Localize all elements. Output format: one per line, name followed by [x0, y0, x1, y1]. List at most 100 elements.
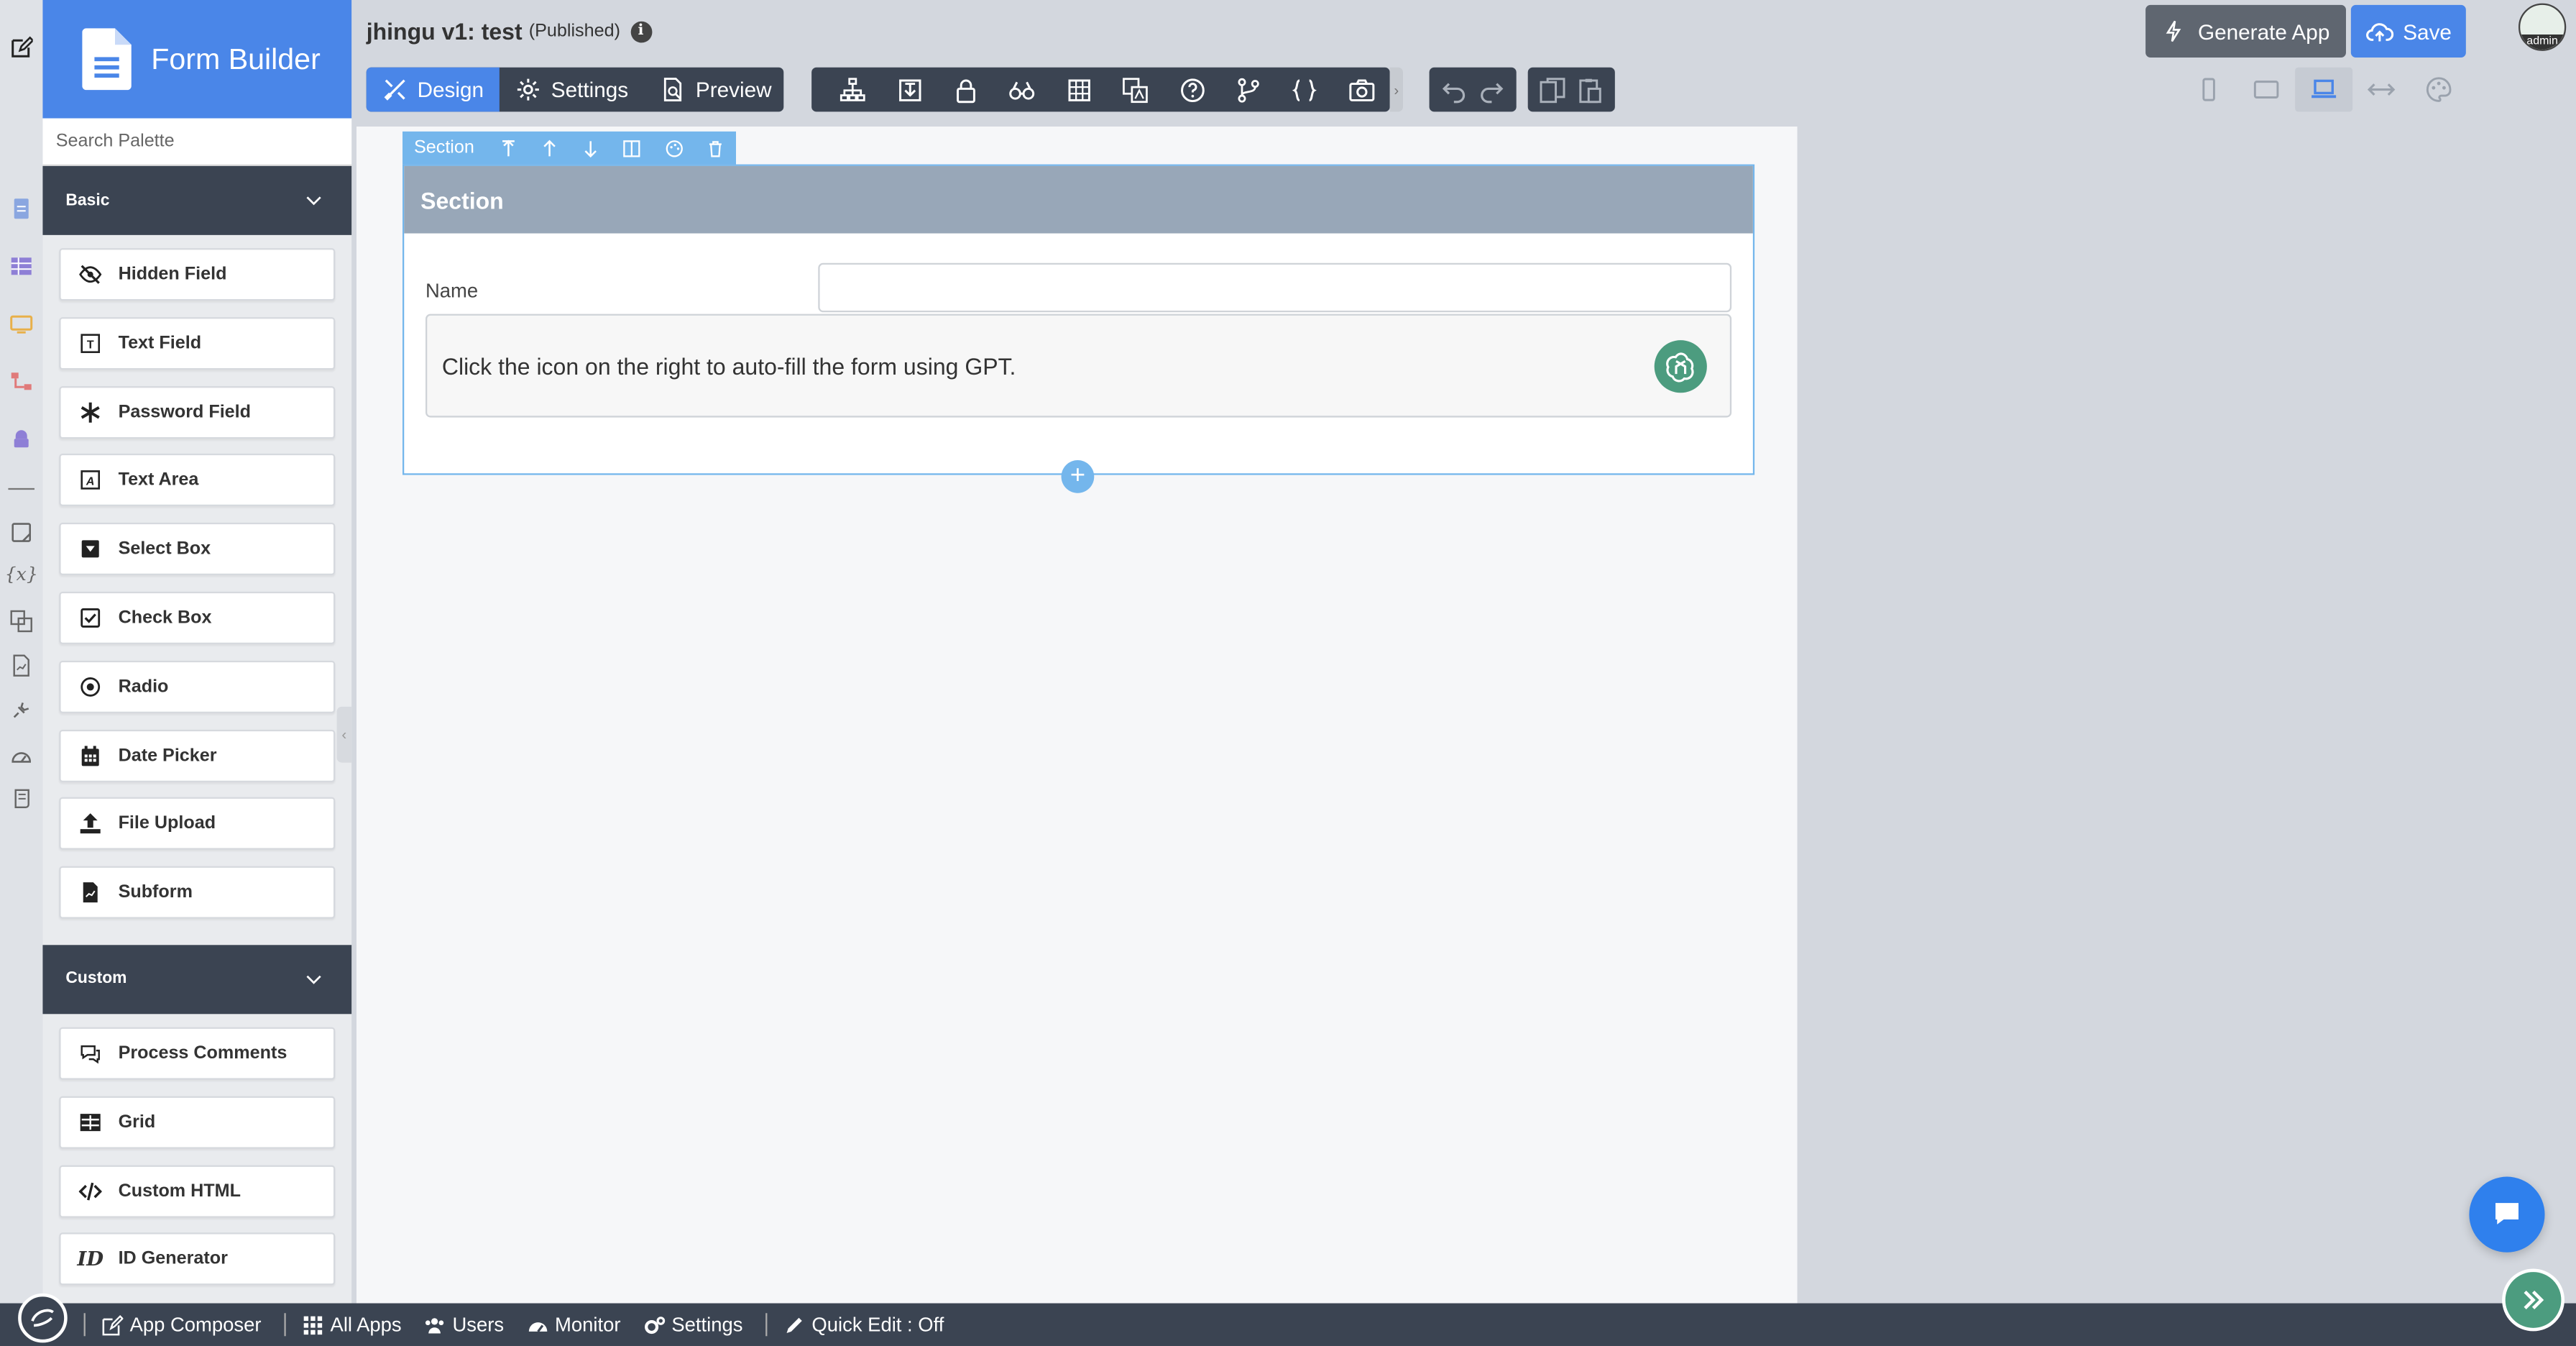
gpt-hint-text: Click the icon on the right to auto-fill… — [441, 352, 1016, 379]
footer-settings[interactable]: Settings — [643, 1313, 742, 1336]
binoculars-icon[interactable] — [994, 68, 1051, 112]
userview-icon[interactable] — [6, 309, 36, 339]
openai-icon[interactable] — [1654, 340, 1707, 393]
palette-item-label: Grid — [118, 1112, 156, 1132]
branch-icon[interactable] — [1220, 68, 1277, 112]
paste-icon[interactable] — [1577, 76, 1604, 103]
arrow-down-icon[interactable] — [570, 132, 612, 165]
joget-logo-icon[interactable] — [18, 1293, 68, 1343]
arrow-up-icon[interactable] — [529, 132, 571, 165]
category-basic[interactable]: Basic — [42, 165, 352, 235]
cloud-upload-icon — [2365, 22, 2393, 41]
page-title: jhingu v1: test (Published) i — [367, 18, 652, 45]
palette-item-text-area[interactable]: A Text Area — [59, 454, 336, 507]
chevron-down-icon — [306, 975, 321, 984]
tree-view-icon[interactable] — [824, 68, 881, 112]
process-icon[interactable] — [6, 367, 36, 396]
performance-icon[interactable] — [6, 741, 36, 771]
chat-icon — [2495, 1203, 2518, 1224]
category-custom[interactable]: Custom — [42, 945, 352, 1015]
sidebar-collapse-handle[interactable]: ‹ — [336, 706, 352, 763]
lock-icon[interactable] — [938, 68, 995, 112]
expand-panel-button[interactable] — [2502, 1268, 2564, 1332]
info-icon[interactable]: i — [630, 20, 652, 42]
style-palette-icon[interactable] — [653, 132, 695, 165]
palette-item-label: Check Box — [118, 608, 212, 628]
chat-button[interactable] — [2469, 1176, 2545, 1253]
palette-item-id-generator[interactable]: ID ID Generator — [59, 1233, 336, 1286]
eye-slash-icon — [77, 261, 104, 288]
palette-item-radio[interactable]: Radio — [59, 660, 336, 713]
form-section[interactable]: Section Name Click the icon on the right… — [402, 164, 1755, 475]
palette-item-hidden-field[interactable]: Hidden Field — [59, 248, 336, 301]
preview-icon — [664, 78, 683, 101]
translate-icon[interactable] — [6, 606, 36, 636]
trash-icon[interactable] — [694, 132, 736, 165]
generate-app-button[interactable]: Generate App — [2145, 4, 2346, 58]
palette-item-custom-html[interactable]: Custom HTML — [59, 1164, 336, 1217]
footer-monitor[interactable]: Monitor — [527, 1313, 620, 1336]
tab-preview[interactable]: Preview — [645, 68, 788, 112]
id-icon: ID — [77, 1247, 104, 1271]
redo-icon[interactable] — [1478, 76, 1505, 103]
add-section-button[interactable]: + — [1061, 459, 1095, 493]
double-chevron-right-icon — [2524, 1290, 2544, 1310]
asterisk-icon — [77, 398, 104, 425]
avatar[interactable]: admin — [2518, 3, 2567, 51]
logs-icon[interactable] — [6, 784, 36, 813]
footer-all-apps[interactable]: All Apps — [303, 1313, 402, 1336]
table-icon[interactable] — [1051, 68, 1108, 112]
columns-icon[interactable] — [612, 132, 653, 165]
palette-item-process-comments[interactable]: Process Comments — [59, 1027, 336, 1080]
tablet-icon[interactable] — [2237, 68, 2295, 112]
tab-preview-label: Preview — [695, 77, 772, 102]
report-icon[interactable] — [6, 651, 36, 680]
palette-item-password-field[interactable]: Password Field — [59, 385, 336, 439]
fullwidth-icon[interactable] — [2352, 68, 2410, 112]
palette-item-select-box[interactable]: Select Box — [59, 523, 336, 576]
toolbar-scroll-right[interactable]: › — [1389, 67, 1403, 112]
camera-icon[interactable] — [1333, 68, 1390, 112]
users-icon — [426, 1317, 445, 1333]
palette-item-label: Custom HTML — [118, 1181, 241, 1201]
search-palette-input[interactable] — [55, 131, 339, 152]
variables-icon[interactable]: {x} — [5, 559, 38, 588]
palette-item-text-field[interactable]: T Text Field — [59, 316, 336, 370]
help-icon[interactable] — [1164, 68, 1220, 112]
palette-item-subform[interactable]: Subform — [59, 866, 336, 920]
json-icon[interactable] — [1277, 68, 1334, 112]
ai-agent-icon[interactable] — [6, 424, 36, 454]
palette-item-date-picker[interactable]: Date Picker — [59, 728, 336, 782]
palette-sidebar: Form Builder Basic Hidden Field T Text F… — [42, 0, 352, 1304]
device-preview-switcher — [2180, 67, 2467, 112]
form-icon[interactable] — [6, 194, 36, 224]
note-icon[interactable] — [6, 518, 36, 547]
tab-settings[interactable]: Settings — [500, 68, 645, 112]
palette-item-label: Password Field — [118, 402, 252, 422]
laptop-icon[interactable] — [2295, 67, 2353, 112]
subform-icon — [77, 879, 104, 906]
tab-design[interactable]: Design — [366, 67, 500, 112]
move-to-top-icon[interactable] — [487, 132, 529, 165]
section-toolbar-label: Section — [413, 137, 474, 158]
palette-item-file-upload[interactable]: File Upload — [59, 797, 336, 851]
undo-icon[interactable] — [1441, 76, 1468, 103]
footer-users[interactable]: Users — [425, 1313, 504, 1336]
plugin-icon[interactable] — [6, 695, 36, 725]
translate-icon[interactable] — [1108, 68, 1164, 112]
save-button[interactable]: Save — [2350, 4, 2466, 58]
palette-item-grid[interactable]: Grid — [59, 1096, 336, 1149]
app-root: {x} Form Builder Search Palette Basic Hi… — [0, 0, 2576, 1346]
name-field-input[interactable] — [818, 262, 1732, 313]
import-icon[interactable] — [881, 68, 938, 112]
brand-header: Form Builder — [42, 0, 352, 119]
copy-icon[interactable] — [1540, 76, 1566, 103]
palette-item-check-box[interactable]: Check Box — [59, 591, 336, 644]
datalist-icon[interactable] — [6, 252, 36, 281]
footer-app-composer[interactable]: App Composer — [102, 1313, 262, 1336]
palette-theme-icon[interactable] — [2410, 68, 2467, 112]
edit-app-icon[interactable] — [6, 33, 36, 63]
palette-item-label: Subform — [118, 882, 193, 903]
footer-quick-edit[interactable]: Quick Edit : Off — [784, 1313, 944, 1336]
mobile-icon[interactable] — [2180, 68, 2237, 112]
